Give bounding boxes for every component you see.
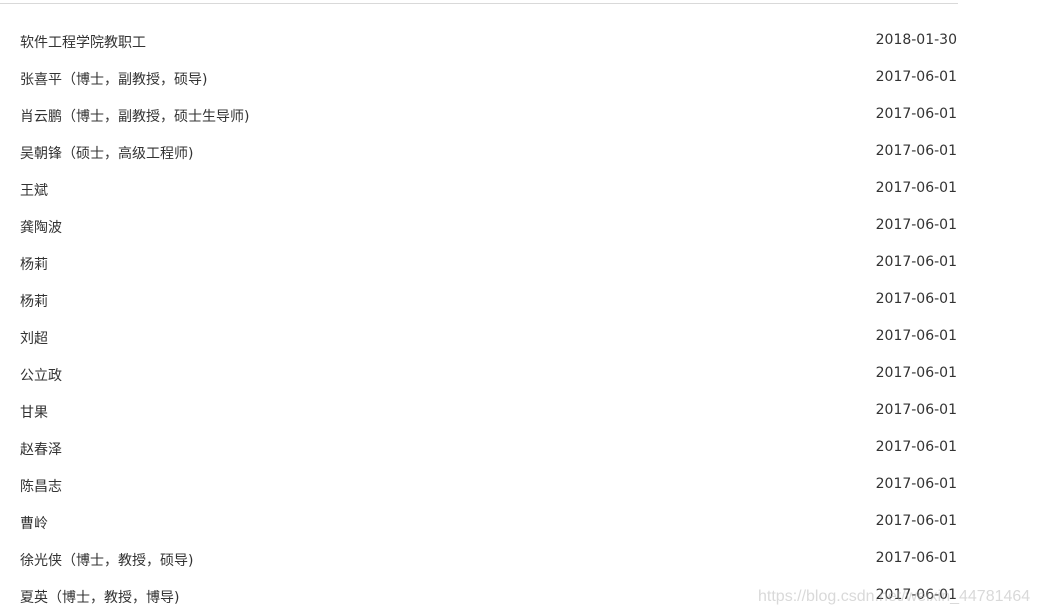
staff-list: 软件工程学院教职工 2018-01-30 张喜平（博士，副教授，硕导) 2017-06… (0, 23, 958, 615)
item-date: 2017-06-01 (875, 291, 957, 307)
list-item: 杨莉 2017-06-01 (0, 245, 958, 282)
list-item: 吴朝锋（硕士，高级工程师) 2017-06-01 (0, 134, 958, 171)
item-date: 2017-06-01 (875, 106, 957, 122)
item-date: 2017-06-01 (875, 143, 957, 159)
list-item: 夏英（博士，教授，博导) 2017-06-01 (0, 578, 958, 615)
list-item: 龚陶波 2017-06-01 (0, 208, 958, 245)
item-date: 2017-06-01 (875, 365, 957, 381)
list-item: 赵春泽 2017-06-01 (0, 430, 958, 467)
list-item: 软件工程学院教职工 2018-01-30 (0, 23, 958, 60)
item-title-link[interactable]: 杨莉 (20, 291, 48, 311)
list-item: 张喜平（博士，副教授，硕导) 2017-06-01 (0, 60, 958, 97)
list-item: 王斌 2017-06-01 (0, 171, 958, 208)
item-date: 2017-06-01 (875, 328, 957, 344)
item-title-link[interactable]: 陈昌志 (20, 476, 62, 496)
item-title-link[interactable]: 吴朝锋（硕士，高级工程师) (20, 143, 193, 163)
item-title-link[interactable]: 杨莉 (20, 254, 48, 274)
item-date: 2017-06-01 (875, 69, 957, 85)
item-title-link[interactable]: 曹岭 (20, 513, 48, 533)
item-title-link[interactable]: 王斌 (20, 180, 48, 200)
list-item: 徐光侠（博士，教授，硕导) 2017-06-01 (0, 541, 958, 578)
item-title-link[interactable]: 徐光侠（博士，教授，硕导) (20, 550, 193, 570)
item-date: 2018-01-30 (875, 32, 957, 48)
item-title-link[interactable]: 夏英（博士，教授，博导) (20, 587, 179, 607)
item-title-link[interactable]: 龚陶波 (20, 217, 62, 237)
list-item: 甘果 2017-06-01 (0, 393, 958, 430)
item-date: 2017-06-01 (875, 180, 957, 196)
item-title-link[interactable]: 刘超 (20, 328, 48, 348)
list-item: 杨莉 2017-06-01 (0, 282, 958, 319)
item-date: 2017-06-01 (875, 587, 957, 603)
item-date: 2017-06-01 (875, 476, 957, 492)
item-date: 2017-06-01 (875, 402, 957, 418)
item-title-link[interactable]: 张喜平（博士，副教授，硕导) (20, 69, 207, 89)
item-date: 2017-06-01 (875, 513, 957, 529)
item-title-link[interactable]: 肖云鹏（博士，副教授，硕士生导师) (20, 106, 249, 126)
item-title-link[interactable]: 甘果 (20, 402, 48, 422)
item-date: 2017-06-01 (875, 550, 957, 566)
list-item: 陈昌志 2017-06-01 (0, 467, 958, 504)
list-item: 公立政 2017-06-01 (0, 356, 958, 393)
item-date: 2017-06-01 (875, 217, 957, 233)
top-divider (0, 3, 958, 4)
list-item: 刘超 2017-06-01 (0, 319, 958, 356)
item-title-link[interactable]: 公立政 (20, 365, 62, 385)
item-date: 2017-06-01 (875, 254, 957, 270)
item-title-link[interactable]: 软件工程学院教职工 (20, 32, 146, 52)
item-date: 2017-06-01 (875, 439, 957, 455)
list-item: 曹岭 2017-06-01 (0, 504, 958, 541)
item-title-link[interactable]: 赵春泽 (20, 439, 62, 459)
list-item: 肖云鹏（博士，副教授，硕士生导师) 2017-06-01 (0, 97, 958, 134)
